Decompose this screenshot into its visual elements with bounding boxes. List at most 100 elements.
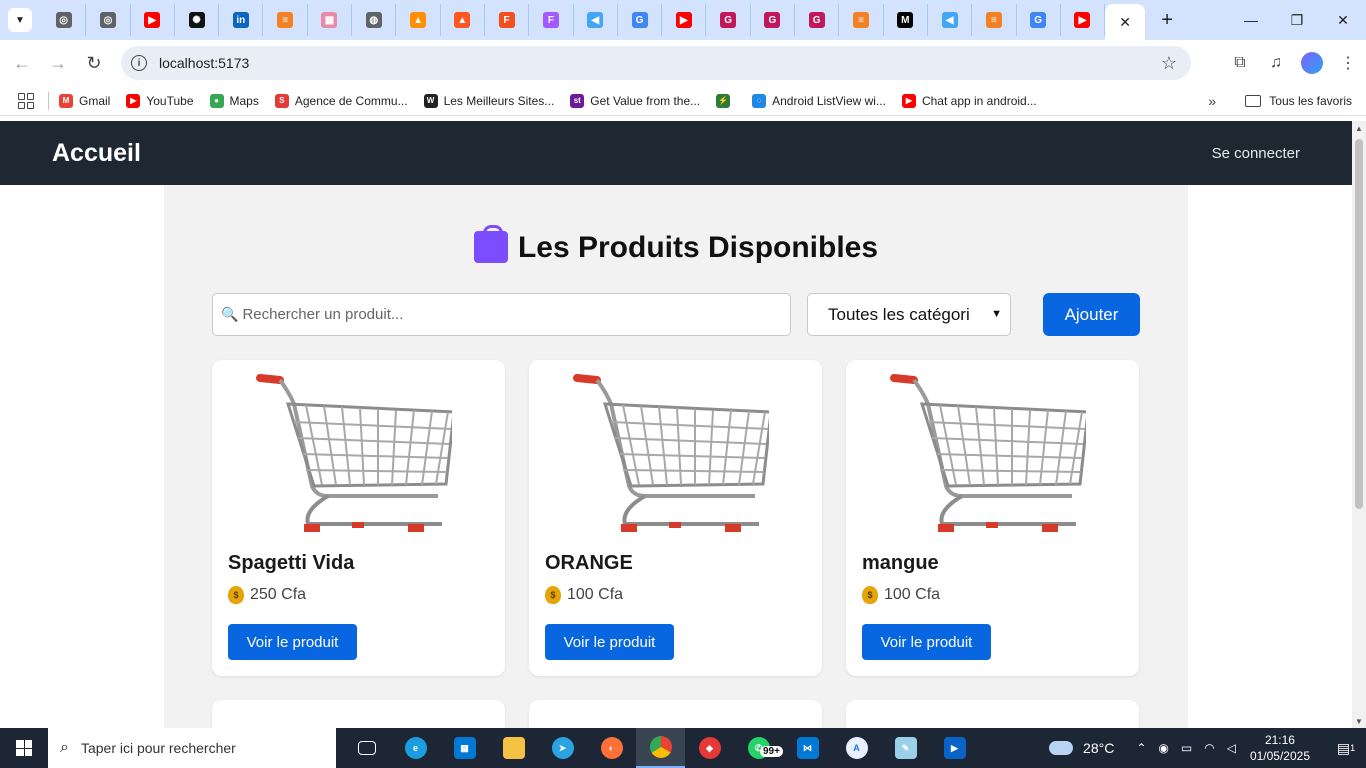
browser-tab[interactable]: G <box>706 4 751 36</box>
wifi-icon[interactable]: ◠ <box>1204 741 1214 755</box>
remote-app-icon: ▶ <box>943 737 966 759</box>
menu-button[interactable]: ⋮ <box>1330 45 1366 81</box>
bookmark-item[interactable]: ⚡ <box>716 93 736 108</box>
bookmarks-overflow-button[interactable]: » <box>1208 93 1216 109</box>
browser-tab[interactable]: G <box>618 4 663 36</box>
browser-tab[interactable]: ≡ <box>263 4 308 36</box>
browser-tab[interactable]: F <box>529 4 574 36</box>
firefox-button[interactable]: ◐ <box>587 728 636 768</box>
product-card <box>529 700 822 728</box>
bookmark-item[interactable]: ▶ YouTube <box>126 93 194 108</box>
browser-tab[interactable]: ◎ <box>86 4 131 36</box>
shopping-bag-icon <box>473 225 508 263</box>
login-link[interactable]: Se connecter <box>1212 145 1300 162</box>
store-button[interactable]: ▦ <box>440 728 489 768</box>
chrome-button[interactable] <box>636 728 685 768</box>
add-product-button[interactable]: Ajouter <box>1043 293 1140 336</box>
search-field[interactable]: 🔍 <box>212 293 791 336</box>
bookmark-star-icon[interactable]: ☆ <box>1161 53 1177 74</box>
telegram-button[interactable]: ➤ <box>538 728 587 768</box>
clock[interactable]: 21:16 01/05/2025 <box>1250 732 1310 764</box>
browser-tab[interactable]: ◎ <box>42 4 87 36</box>
browser-tab[interactable]: ▶ <box>662 4 707 36</box>
brand-link[interactable]: Accueil <box>52 139 141 168</box>
browser-tab[interactable]: G <box>1017 4 1061 36</box>
notification-button[interactable]: ▤ 1 <box>1326 740 1366 757</box>
anydesk-button[interactable]: ◆ <box>685 728 734 768</box>
category-selected-value: Toutes les catégori <box>828 304 970 324</box>
url-text[interactable]: localhost:5173 <box>159 55 249 71</box>
new-tab-button[interactable]: + <box>1153 6 1181 34</box>
reload-button[interactable]: ↻ <box>76 45 112 81</box>
notepad-button[interactable]: ✎ <box>881 728 930 768</box>
bookmark-item[interactable]: ◌ Android ListView wi... <box>752 93 886 108</box>
battery-icon[interactable]: ▭ <box>1181 741 1192 755</box>
browser-tab[interactable]: ≡ <box>972 4 1017 36</box>
bookmark-item[interactable]: W Les Meilleurs Sites... <box>423 93 554 108</box>
forward-button[interactable]: → <box>40 45 76 81</box>
chevron-up-icon[interactable]: ⌃ <box>1136 741 1146 755</box>
browser-tab[interactable]: ▶ <box>131 4 175 36</box>
bookmark-favicon-icon: ● <box>209 93 224 108</box>
browser-toolbar: ← → ↻ i localhost:5173 ☆ ⧉ ♫ ⋮ <box>0 40 1366 86</box>
scroll-down-icon[interactable]: ▼ <box>1355 717 1363 726</box>
browser-tab[interactable]: G <box>751 4 796 36</box>
active-tab[interactable]: ✕ <box>1105 4 1146 40</box>
bookmark-item[interactable]: ● Maps <box>209 93 259 108</box>
product-card: ORANGE $100 Cfa Voir le produit <box>529 360 822 676</box>
task-view-button[interactable] <box>342 728 391 768</box>
start-button[interactable] <box>0 728 48 768</box>
view-product-button[interactable]: Voir le produit <box>862 624 991 660</box>
whatsapp-button[interactable]: ✆ 99+ <box>734 728 783 768</box>
scroll-up-icon[interactable]: ▲ <box>1355 124 1363 133</box>
browser-tab[interactable]: ▲ <box>396 4 441 36</box>
extensions-button[interactable]: ⧉ <box>1222 45 1258 81</box>
browser-tab[interactable]: ▶ <box>1061 4 1106 36</box>
browser-tab[interactable]: ✺ <box>175 4 220 36</box>
browser-tab[interactable]: in <box>219 4 264 36</box>
browser-tab[interactable]: M <box>884 4 928 36</box>
bookmark-item[interactable]: st Get Value from the... <box>570 93 700 108</box>
browser-tab[interactable]: G <box>795 4 840 36</box>
explorer-button[interactable] <box>489 728 538 768</box>
vscode-button[interactable]: ⋈ <box>783 728 832 768</box>
bookmark-item[interactable]: S Agence de Commu... <box>274 93 408 108</box>
bookmark-item[interactable]: M Gmail <box>59 93 110 108</box>
volume-icon[interactable]: ◁ <box>1227 741 1236 755</box>
view-product-button[interactable]: Voir le produit <box>545 624 674 660</box>
page-scrollbar[interactable]: ▲ ▼ <box>1352 121 1366 728</box>
address-bar[interactable]: i localhost:5173 ☆ <box>121 46 1191 80</box>
browser-tab[interactable]: ◀ <box>574 4 618 36</box>
category-select[interactable]: Toutes les catégori ▼ <box>807 293 1011 336</box>
browser-tab[interactable]: ◍ <box>352 4 397 36</box>
android-studio-button[interactable]: A <box>832 728 881 768</box>
all-bookmarks-button[interactable]: Tous les favoris <box>1245 94 1352 108</box>
webcam-icon[interactable]: ◉ <box>1158 741 1168 755</box>
figma-icon: F <box>498 12 515 28</box>
browser-tab[interactable]: ▦ <box>308 4 353 36</box>
site-info-icon[interactable]: i <box>131 55 147 71</box>
flutter-icon: ◀ <box>587 12 604 28</box>
browser-tab[interactable]: ▲ <box>441 4 485 36</box>
tab-search-button[interactable]: ▼ <box>8 8 32 32</box>
close-tab-icon[interactable]: ✕ <box>1119 14 1131 31</box>
browser-tab[interactable]: ≡ <box>839 4 884 36</box>
profile-avatar[interactable] <box>1301 52 1323 74</box>
taskbar-search[interactable]: ⌕ Taper ici pour rechercher <box>48 728 336 768</box>
scrollbar-thumb[interactable] <box>1355 139 1363 509</box>
bookmark-item[interactable]: ▶ Chat app in android... <box>901 93 1037 108</box>
edge-button[interactable]: e <box>391 728 440 768</box>
close-window-button[interactable]: ✕ <box>1320 0 1366 40</box>
search-input[interactable] <box>242 306 763 323</box>
browser-tab[interactable]: F <box>485 4 530 36</box>
restore-icon: ❐ <box>1290 11 1304 28</box>
view-product-button[interactable]: Voir le produit <box>228 624 357 660</box>
apps-grid-icon[interactable] <box>18 92 34 109</box>
media-control-button[interactable]: ♫ <box>1258 45 1294 81</box>
remote-app-button[interactable]: ▶ <box>930 728 979 768</box>
browser-tab[interactable]: ◀ <box>928 4 973 36</box>
weather-widget[interactable]: 28°C <box>1049 740 1114 756</box>
back-button[interactable]: ← <box>4 45 40 81</box>
restore-button[interactable]: ❐ <box>1274 0 1320 40</box>
minimize-button[interactable]: — <box>1228 0 1274 40</box>
